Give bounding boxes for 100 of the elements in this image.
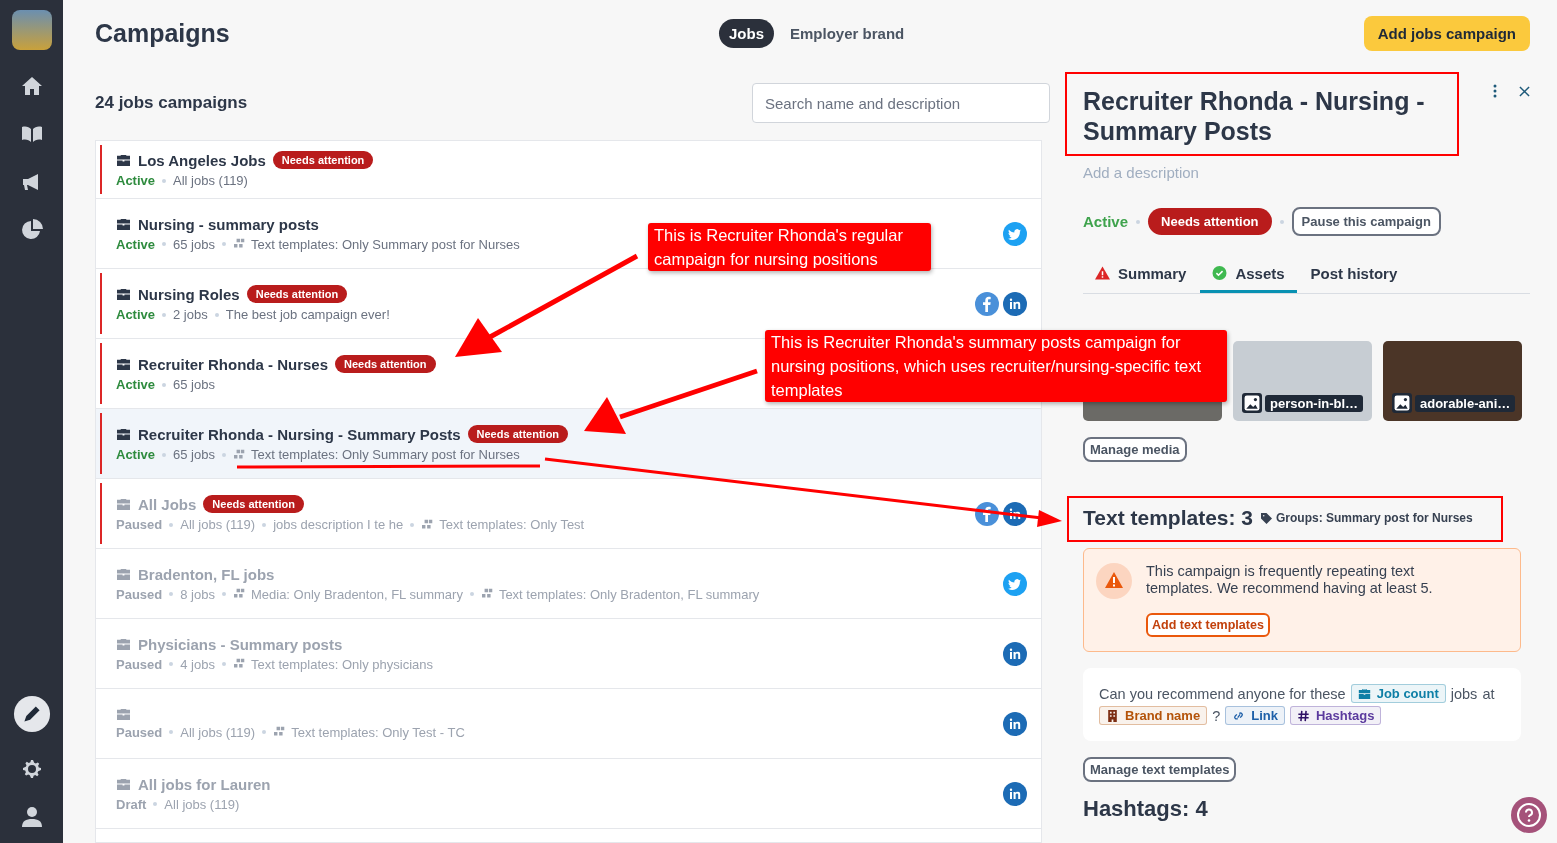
linkedin-icon [1003,711,1027,736]
building-icon [1106,709,1119,722]
attention-badge: Needs attention [1148,208,1272,235]
facebook-icon [975,501,999,526]
campaign-meta: 65 jobs [173,447,215,462]
campaign-title: Recruiter Rhonda - Nursing - Summary Posts [1083,86,1426,146]
linkedin-icon [1003,291,1027,316]
linkedin-icon [1003,641,1027,666]
annotation-tooltip: This is Recruiter Rhonda's summary posts campaign for nursing positions, which uses recruiter/nursing-specific text templates [765,330,1227,402]
linkedin-icon [1003,501,1027,526]
campaign-meta: Text templates: Only Summary post for Nurses [250,236,520,252]
pause-campaign-button[interactable]: Pause this campaign [1291,207,1441,236]
more-options-icon[interactable] [1493,84,1497,98]
campaign-row[interactable]: Recruiter Rhonda - Nursing - Summary Posts Needs attention Active 65 jobs Text templates: Only Summary post for Nurses [96,409,1041,479]
section-title: Text templates: 3 [1083,506,1253,530]
description-field[interactable]: Add a description [1083,164,1383,181]
add-templates-button[interactable]: Add text templates [1146,613,1270,637]
briefcase-icon [116,777,131,791]
template-text: Can you recommend anyone for these [1099,685,1346,702]
twitter-icon [1003,571,1027,596]
annotation-tooltip: This is Recruiter Rhonda's regular campaign for nursing positions [648,223,931,271]
campaign-meta: All jobs (119) [173,173,248,188]
campaign-meta: 65 jobs [173,377,215,392]
warning-text: This campaign is frequently repeating text templates. We recommend having at least 5. [1146,563,1434,597]
campaign-meta: Text templates: Only Test [439,517,585,532]
briefcase-icon [116,497,131,511]
campaign-meta: Text templates: Only Summary post for Nurses [250,447,520,462]
user-icon[interactable] [19,805,44,829]
logo-icon[interactable] [11,10,52,50]
campaign-status: Paused [116,724,163,740]
tab[interactable]: Summary [1083,256,1199,293]
placeholder-token: Link [1225,706,1285,725]
tab[interactable]: Assets [1200,256,1297,293]
link-icon [1232,709,1246,722]
campaign-title: Bradenton, FL jobs [138,565,275,583]
campaign-title: Recruiter Rhonda - Nurses [138,355,329,373]
section-title: Hashtags: 4 [1083,796,1208,822]
add-campaign-button[interactable]: Add jobs campaign [1363,15,1530,51]
campaign-title: Recruiter Rhonda - Nursing - Summary Posts [138,425,461,443]
image-icon [1242,393,1262,413]
search-field[interactable]: Search name and description [752,83,1050,123]
briefcase-icon [116,287,131,301]
campaign-status: Active [1083,213,1129,230]
template-text: ? [1212,707,1221,724]
help-icon[interactable] [1511,797,1547,833]
image-caption: adorable-ani… [1415,394,1516,412]
attention-badge: Needs attention [272,151,374,169]
briefcase-icon [116,357,131,371]
template-text: at [1482,685,1495,702]
campaign-meta: jobs description I te he [273,517,404,532]
briefcase-icon [116,427,131,441]
attention-badge: Needs attention [467,425,569,443]
campaign-meta: Text templates: Only physicians [250,656,434,672]
campaign-status: Draft [116,796,147,812]
campaign-status: Active [116,307,156,322]
close-icon[interactable] [1519,86,1530,97]
campaign-meta: 65 jobs [173,236,215,252]
campaign-meta: Text templates: Only Bradenton, FL summary [498,586,760,602]
campaign-row[interactable]: All Jobs Needs attention Paused All jobs (119) jobs description I te he Text templates: Only Test [96,479,1041,549]
briefcase-icon [116,637,131,651]
placeholder-token: Hashtags [1289,706,1382,725]
hashtag-icon [1296,709,1310,722]
campaign-meta: All jobs (119) [180,517,256,532]
campaign-title: Physicians - Summary posts [138,635,343,653]
twitter-icon [1003,221,1027,246]
pen-icon[interactable] [12,695,51,733]
campaign-title: Nursing Roles [138,285,240,303]
tab[interactable]: Post history [1298,256,1410,293]
manage-templates-button[interactable]: Manage text templates [1083,757,1237,782]
manage-media-button[interactable]: Manage media [1083,437,1187,462]
campaign-meta: 8 jobs [180,586,215,602]
campaign-title: Nursing - summary posts [138,215,319,233]
warning-icon [1096,563,1132,599]
image-caption: person-in-bl… [1265,394,1364,412]
campaign-status: Active [116,447,156,462]
campaign-meta: Text templates: Only Test - TC [291,724,465,740]
campaign-title: All jobs for Lauren [138,775,271,793]
tab[interactable]: Jobs [719,18,774,48]
facebook-icon [975,291,999,316]
campaign-meta: 2 jobs [173,307,208,322]
campaign-meta: Media: Only Bradenton, FL summary [250,586,463,602]
photo-placeholder[interactable]: person-in-bl… [1233,341,1372,421]
image-icon [1392,393,1412,413]
tag-icon [1261,512,1272,524]
campaign-status: Active [116,173,156,188]
campaign-meta: All jobs (119) [164,796,240,812]
briefcase-icon [116,217,131,231]
campaign-meta: 4 jobs [180,656,215,672]
campaign-row[interactable]: Los Angeles Jobs Needs attention Active All jobs (119) [96,141,1041,199]
pie-chart-icon[interactable] [19,218,44,242]
campaign-status: Paused [116,517,163,532]
photo-placeholder[interactable]: adorable-ani… [1383,341,1522,421]
campaign-title: Los Angeles Jobs [138,151,266,169]
campaign-meta: All jobs (119) [180,724,256,740]
page-title: Campaigns [95,18,231,48]
attention-badge: Needs attention [203,495,304,513]
template-text: jobs [1450,685,1478,702]
placeholder-token: Brand name [1099,706,1208,725]
tab[interactable]: Employer brand [780,18,915,48]
briefcase-icon [116,707,131,721]
